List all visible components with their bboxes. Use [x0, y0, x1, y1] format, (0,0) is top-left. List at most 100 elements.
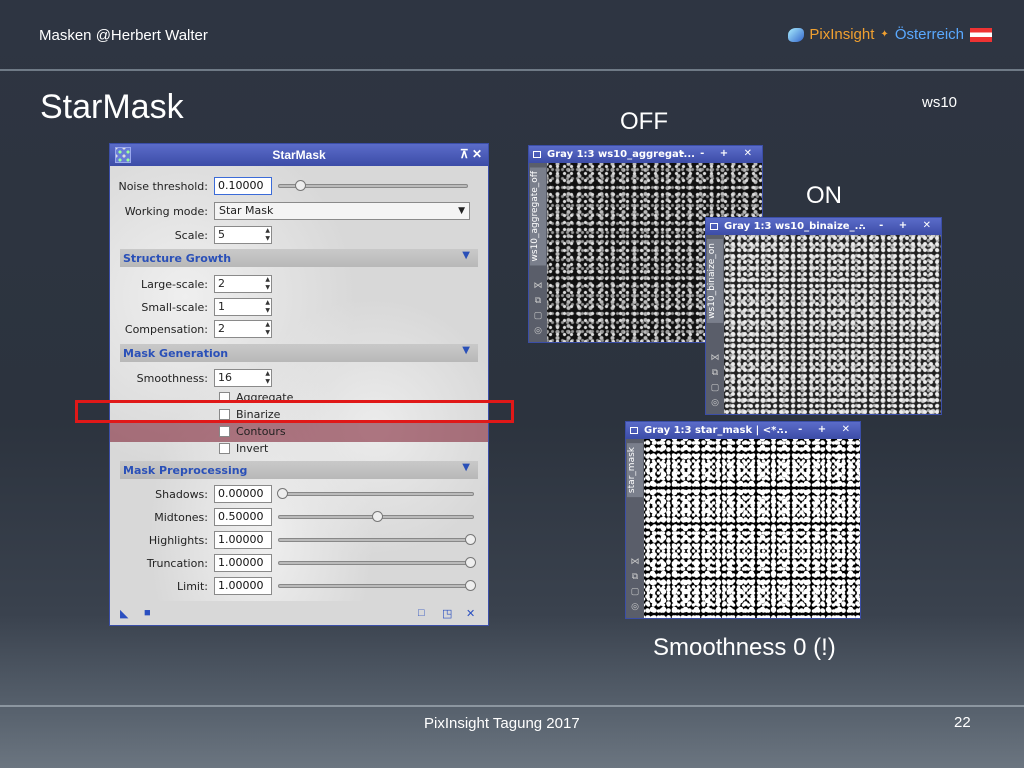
- view-tab[interactable]: ws10_binaize_on: [707, 239, 723, 323]
- window-title: Gray 1:3 star_mask | <*...: [644, 425, 788, 436]
- slider-handle[interactable]: [465, 557, 476, 568]
- limit-row: Limit: 1.00000: [110, 576, 476, 596]
- image-view[interactable]: [644, 439, 860, 618]
- dialog-window-buttons[interactable]: ⊼ ✕: [460, 147, 482, 161]
- contours-checkbox[interactable]: Contours: [219, 423, 286, 439]
- smoothness-row: Smoothness: 16: [110, 368, 272, 388]
- truncation-input[interactable]: 1.00000: [214, 554, 272, 572]
- section-title: Structure Growth: [123, 251, 232, 265]
- window-buttons[interactable]: - - + ✕: [778, 424, 856, 435]
- image-view[interactable]: [724, 235, 941, 414]
- truncation-slider[interactable]: [278, 557, 476, 568]
- large-scale-label: Large-scale:: [141, 277, 208, 291]
- checkbox-box[interactable]: [219, 442, 230, 454]
- starmask-dialog: StarMask ⊼ ✕ Noise threshold: 0.10000 Wo…: [109, 143, 489, 626]
- dialog-body: Noise threshold: 0.10000 Working mode: S…: [110, 166, 488, 601]
- highlights-input[interactable]: 1.00000: [214, 531, 272, 549]
- window-buttons[interactable]: - - + ✕: [859, 220, 937, 231]
- window-icon: [533, 151, 541, 158]
- slider-handle[interactable]: [372, 511, 383, 522]
- brand-separator: ✦: [880, 29, 889, 40]
- midtones-slider[interactable]: [278, 511, 474, 522]
- collapse-icon[interactable]: ▼: [462, 345, 470, 356]
- window-sidebar: star_mask ⋈ ⧉ ▢ ◎: [626, 439, 644, 618]
- midtones-label: Midtones:: [154, 510, 208, 524]
- scale-spinbox[interactable]: 5: [214, 226, 272, 244]
- new-instance-icon[interactable]: ◣: [120, 607, 128, 620]
- window-sidebar: ws10_aggregate_off ⋈ ⧉ ▢ ◎: [529, 163, 547, 342]
- apply-global-icon[interactable]: ■: [144, 607, 151, 619]
- window-titlebar[interactable]: Gray 1:3 ws10_aggregat... - - + ✕: [529, 146, 762, 163]
- view-tab[interactable]: star_mask: [627, 443, 643, 498]
- view-tab[interactable]: ws10_aggregate_off: [530, 167, 546, 266]
- highlights-slider[interactable]: [278, 534, 476, 545]
- section-structure-growth[interactable]: Structure Growth ▼: [120, 249, 478, 267]
- window-titlebar[interactable]: Gray 1:3 ws10_binaize_... - - + ✕: [706, 218, 941, 235]
- limit-slider[interactable]: [278, 580, 476, 591]
- midtones-input[interactable]: 0.50000: [214, 508, 272, 526]
- slider-handle[interactable]: [277, 488, 288, 499]
- highlights-label: Highlights:: [148, 533, 208, 547]
- label-smoothness: Smoothness 0 (!): [653, 634, 836, 661]
- large-scale-spinbox[interactable]: 2: [214, 275, 272, 293]
- compensation-label: Compensation:: [124, 322, 208, 336]
- highlights-row: Highlights: 1.00000: [110, 530, 476, 550]
- browse-doc-icon[interactable]: □: [418, 607, 425, 619]
- limit-input[interactable]: 1.00000: [214, 577, 272, 595]
- slide-title: StarMask: [40, 88, 184, 126]
- image-window-star-mask[interactable]: Gray 1:3 star_mask | <*... - - + ✕ star_…: [625, 421, 861, 619]
- section-title: Mask Preprocessing: [123, 463, 248, 477]
- truncation-row: Truncation: 1.00000: [110, 553, 476, 573]
- section-mask-preprocessing[interactable]: Mask Preprocessing ▼: [120, 461, 478, 479]
- dialog-footer: ◣ ■ □ ◳ ✕: [110, 601, 488, 625]
- reset-icon[interactable]: ✕: [466, 607, 475, 620]
- section-mask-generation[interactable]: Mask Generation ▼: [120, 344, 478, 362]
- large-scale-row: Large-scale: 2: [110, 274, 272, 294]
- smoothness-label: Smoothness:: [136, 371, 208, 385]
- invert-checkbox[interactable]: Invert: [219, 440, 268, 456]
- small-scale-spinbox[interactable]: 1: [214, 298, 272, 316]
- collapse-icon[interactable]: ▼: [462, 250, 470, 261]
- image-window-on[interactable]: Gray 1:3 ws10_binaize_... - - + ✕ ws10_b…: [705, 217, 942, 415]
- working-mode-select[interactable]: Star Mask: [214, 202, 470, 220]
- slider-handle[interactable]: [465, 580, 476, 591]
- noise-threshold-label: Noise threshold:: [118, 179, 208, 193]
- dialog-titlebar[interactable]: StarMask ⊼ ✕: [110, 144, 488, 166]
- window-icon: [630, 427, 638, 434]
- footer-divider: [0, 705, 1024, 707]
- checkbox-box[interactable]: [219, 425, 230, 437]
- pixinsight-logo-icon: [788, 27, 805, 42]
- side-tool-icons[interactable]: ⋈ ⧉ ▢ ◎: [628, 554, 642, 614]
- noise-threshold-slider[interactable]: [278, 180, 468, 191]
- window-sidebar: ws10_binaize_on ⋈ ⧉ ▢ ◎: [706, 235, 724, 414]
- working-mode-row: Working mode: Star Mask: [110, 201, 470, 221]
- midtones-row: Midtones: 0.50000: [110, 507, 474, 527]
- binarize-highlight-box: [75, 400, 514, 423]
- window-buttons[interactable]: - - + ✕: [680, 148, 758, 159]
- dialog-title: StarMask: [272, 148, 326, 162]
- side-tool-icons[interactable]: ⋈ ⧉ ▢ ◎: [708, 350, 722, 410]
- label-off: OFF: [620, 108, 668, 135]
- slider-handle[interactable]: [295, 180, 306, 191]
- small-scale-row: Small-scale: 1: [110, 297, 272, 317]
- track-view-icon[interactable]: ◳: [442, 607, 452, 620]
- slider-handle[interactable]: [465, 534, 476, 545]
- side-tool-icons[interactable]: ⋈ ⧉ ▢ ◎: [531, 278, 545, 338]
- scale-label: Scale:: [174, 228, 208, 242]
- window-icon: [710, 223, 718, 230]
- header-divider: [0, 69, 1024, 71]
- working-mode-label: Working mode:: [124, 204, 208, 218]
- limit-label: Limit:: [177, 579, 208, 593]
- brand-austria: Österreich: [894, 26, 964, 43]
- window-titlebar[interactable]: Gray 1:3 star_mask | <*... - - + ✕: [626, 422, 860, 439]
- footer-text: PixInsight Tagung 2017: [424, 715, 580, 732]
- smoothness-spinbox[interactable]: 16: [214, 369, 272, 387]
- shadows-slider[interactable]: [277, 488, 474, 499]
- image-id-label: ws10: [922, 94, 958, 111]
- compensation-spinbox[interactable]: 2: [214, 320, 272, 338]
- label-on: ON: [806, 182, 842, 209]
- truncation-label: Truncation:: [146, 556, 208, 570]
- noise-threshold-input[interactable]: 0.10000: [214, 177, 272, 195]
- collapse-icon[interactable]: ▼: [462, 462, 470, 473]
- shadows-input[interactable]: 0.00000: [214, 485, 272, 503]
